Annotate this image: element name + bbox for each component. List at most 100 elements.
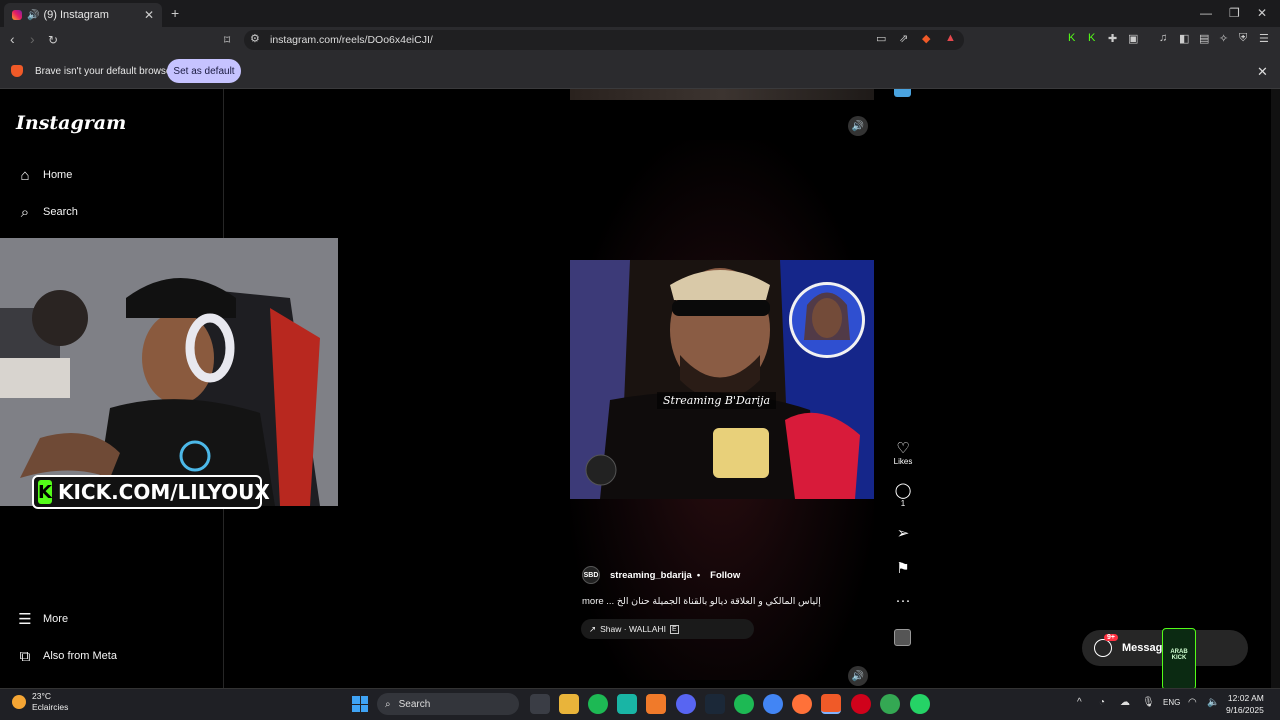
taskbar-clock[interactable]: 12:02 AM 9/16/2025 — [1226, 692, 1264, 716]
follow-button[interactable]: Follow — [710, 570, 740, 581]
sidebar-item-label: More — [43, 613, 69, 625]
new-tab-button[interactable]: + — [171, 5, 179, 21]
sidebar-item-more[interactable]: ☰ More — [16, 610, 68, 628]
bookmark-icon: ⚑ — [896, 560, 910, 577]
brave-shields-icon[interactable]: ◆ — [922, 32, 930, 45]
messenger-icon: 9+ — [1094, 634, 1118, 657]
cast-icon[interactable]: ▭ — [876, 32, 886, 45]
leo-icon[interactable]: ✧ — [1219, 32, 1228, 45]
author-username[interactable]: streaming_bdarija — [610, 570, 692, 581]
volume-icon[interactable]: 🔊 — [848, 116, 868, 136]
streamer-image — [0, 238, 338, 506]
sidebar-item-home[interactable]: ⌂ Home — [16, 166, 72, 184]
wifi-icon[interactable]: ◠ — [1188, 697, 1197, 708]
author-avatar[interactable]: SBD — [582, 566, 600, 584]
tray-chevron-icon[interactable]: ^ — [1077, 697, 1082, 708]
app-orange-icon[interactable] — [646, 694, 666, 714]
minimize-icon[interactable]: — — [1200, 6, 1212, 20]
browser-tab[interactable]: 🔊 (9) Instagram ✕ — [4, 3, 162, 27]
close-window-icon[interactable]: ✕ — [1257, 6, 1267, 20]
more-options-button[interactable]: ··· — [892, 592, 914, 609]
weather-condition: Eclaircies — [32, 702, 69, 712]
taskbar-search[interactable]: ⌕ Search — [377, 693, 519, 715]
reload-icon[interactable]: ↻ — [48, 33, 58, 47]
brave-logo-icon — [11, 65, 23, 77]
media-icon[interactable]: ♫ — [1159, 32, 1167, 44]
app-green-icon[interactable] — [588, 694, 608, 714]
infobar-close-icon[interactable]: ✕ — [1257, 64, 1268, 80]
sidebar-toggle-icon[interactable]: ◧ — [1179, 32, 1189, 45]
language-indicator[interactable]: ENG — [1163, 698, 1180, 707]
reel-video-frame — [570, 260, 874, 499]
chrome-profile-icon[interactable] — [880, 694, 900, 714]
instagram-logo[interactable]: Instagram — [16, 112, 126, 134]
messages-badge: 9+ — [1104, 634, 1118, 641]
tab-title: (9) Instagram — [43, 9, 109, 21]
windows-taskbar — [0, 688, 1280, 720]
microphone-icon[interactable]: 🎙 — [1142, 697, 1155, 708]
volume-icon[interactable]: 🔊 — [848, 666, 868, 686]
screenshot-icon[interactable]: ▣ — [1128, 32, 1138, 45]
set-default-button[interactable]: Set as default — [167, 59, 241, 83]
audio-thumbnail[interactable] — [894, 629, 911, 646]
onedrive-icon[interactable]: ☁ — [1120, 697, 1130, 708]
ellipsis-icon: ··· — [895, 592, 911, 609]
meta-icon: ⧉ — [19, 647, 31, 665]
whatsapp-icon[interactable] — [910, 694, 930, 714]
comments-count: 1 — [900, 499, 906, 508]
sidebar-item-label: Home — [43, 169, 73, 181]
menu-icon[interactable]: ☰ — [1259, 32, 1269, 45]
steam-icon[interactable] — [705, 694, 725, 714]
page-scrollbar[interactable] — [1271, 89, 1280, 688]
kick-extension-2-icon[interactable]: K — [1088, 32, 1095, 44]
address-bar[interactable]: instagram.com/reels/DOo6x4eiCJI/ — [244, 30, 964, 50]
send-icon: ➢ — [896, 525, 910, 542]
kick-extension-icon[interactable]: K — [1068, 32, 1075, 44]
weather-icon — [12, 695, 26, 709]
volume-tray-icon[interactable]: 🔈 — [1207, 697, 1219, 708]
previous-reel-edge — [570, 89, 874, 100]
firefox-icon[interactable] — [792, 694, 812, 714]
taskbar-search-placeholder: Search — [398, 698, 431, 710]
extensions-icon[interactable]: ✚ — [1108, 32, 1117, 45]
app-teal-icon[interactable] — [617, 694, 637, 714]
comment-button[interactable]: ◯ 1 — [892, 481, 914, 508]
close-tab-icon[interactable]: ✕ — [144, 8, 154, 22]
forward-icon[interactable]: › — [30, 31, 35, 47]
chrome-icon[interactable] — [763, 694, 783, 714]
infobar-text: Brave isn't your default browser — [35, 66, 175, 77]
like-button[interactable]: ♡ Likes — [892, 439, 914, 466]
tray-app-icon[interactable]: ◔ — [1099, 697, 1105, 708]
site-settings-icon[interactable]: ⚙ — [250, 32, 260, 45]
home-icon: ⌂ — [20, 166, 30, 184]
clock-time: 12:02 AM — [1227, 693, 1264, 703]
restore-icon[interactable]: ❐ — [1229, 6, 1240, 20]
comment-icon: ◯ — [894, 482, 912, 499]
discord-icon[interactable] — [676, 694, 696, 714]
kick-watermark: K KICK.COM/LILYOUX — [32, 475, 270, 509]
share-button[interactable]: ➢ — [892, 524, 914, 542]
back-icon[interactable]: ‹ — [10, 31, 15, 47]
reel-caption[interactable]: more ... إلياس المالكي و العلاقة ديالو ب… — [582, 596, 821, 607]
task-view-icon[interactable] — [530, 694, 550, 714]
opera-icon[interactable] — [851, 694, 871, 714]
bookmark-icon[interactable]: ⌑ — [224, 33, 230, 47]
sidebar-item-also-from-meta[interactable]: ⧉ Also from Meta — [16, 647, 117, 665]
wallet-icon[interactable]: ▤ — [1199, 32, 1209, 45]
share-icon[interactable]: ⇗ — [899, 32, 908, 45]
instagram-favicon-icon — [12, 10, 22, 20]
file-explorer-icon[interactable] — [559, 694, 579, 714]
reel-video[interactable] — [570, 260, 874, 499]
menu-icon: ☰ — [18, 611, 32, 628]
save-button[interactable]: ⚑ — [892, 559, 914, 577]
reel-audio-chip[interactable]: ↗ Shaw · WALLAHI E — [581, 619, 754, 639]
arab-kick-logo: ARAB KICK — [1162, 628, 1196, 690]
sidebar-item-search[interactable]: ⌕ Search — [16, 203, 78, 221]
windows-start-icon[interactable] — [352, 696, 368, 712]
spotify-icon[interactable] — [734, 694, 754, 714]
brave-icon[interactable] — [821, 694, 841, 714]
reel-author-row: SBD streaming_bdarija • Follow — [582, 566, 740, 584]
brave-rewards-icon[interactable]: ▲ — [945, 32, 956, 44]
weather-widget[interactable]: 23°C Eclaircies — [12, 691, 68, 713]
vpn-icon[interactable]: ⛨ — [1239, 32, 1247, 45]
